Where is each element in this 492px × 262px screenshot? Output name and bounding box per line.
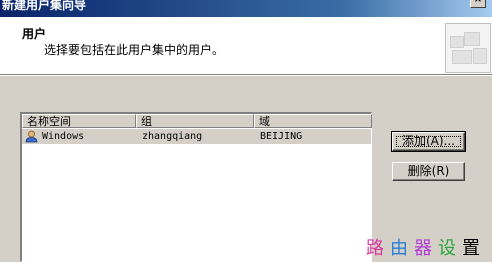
watermark-char: 路	[366, 238, 390, 259]
column-header-namespace[interactable]: 名称空间	[22, 114, 136, 128]
title-bar: 新建用户集向导 ×	[0, 0, 492, 17]
user-list[interactable]: 名称空间 组 域 Windows zhangqiang BEIJING	[20, 112, 372, 262]
watermark-char: 设	[438, 238, 462, 259]
watermark-char: 由	[390, 238, 414, 259]
watermark-char: 器	[414, 238, 438, 259]
cell-group: zhangqiang	[142, 131, 203, 142]
table-row[interactable]: Windows zhangqiang BEIJING	[22, 129, 371, 144]
wizard-icon	[445, 23, 491, 73]
user-icon	[25, 130, 38, 143]
remove-button-label: 删除(R)	[407, 164, 450, 178]
watermark: 路由器设置	[366, 234, 486, 260]
page-description: 选择要包括在此用户集中的用户。	[44, 43, 225, 57]
wizard-header: 用户 选择要包括在此用户集中的用户。	[0, 17, 492, 75]
page-title: 用户	[22, 27, 47, 41]
remove-button[interactable]: 删除(R)	[392, 162, 465, 181]
add-button[interactable]: 添加(A)...	[391, 131, 466, 152]
cell-namespace: Windows	[42, 131, 85, 142]
column-header-group[interactable]: 组	[136, 114, 254, 128]
list-header: 名称空间 组 域	[22, 114, 372, 128]
close-button[interactable]: ×	[470, 0, 486, 8]
window-title: 新建用户集向导	[2, 0, 87, 12]
focus-ring	[396, 136, 461, 147]
cell-domain: BEIJING	[260, 131, 303, 142]
header-divider	[0, 75, 492, 76]
column-header-domain[interactable]: 域	[254, 114, 372, 128]
watermark-char: 置	[462, 238, 486, 259]
